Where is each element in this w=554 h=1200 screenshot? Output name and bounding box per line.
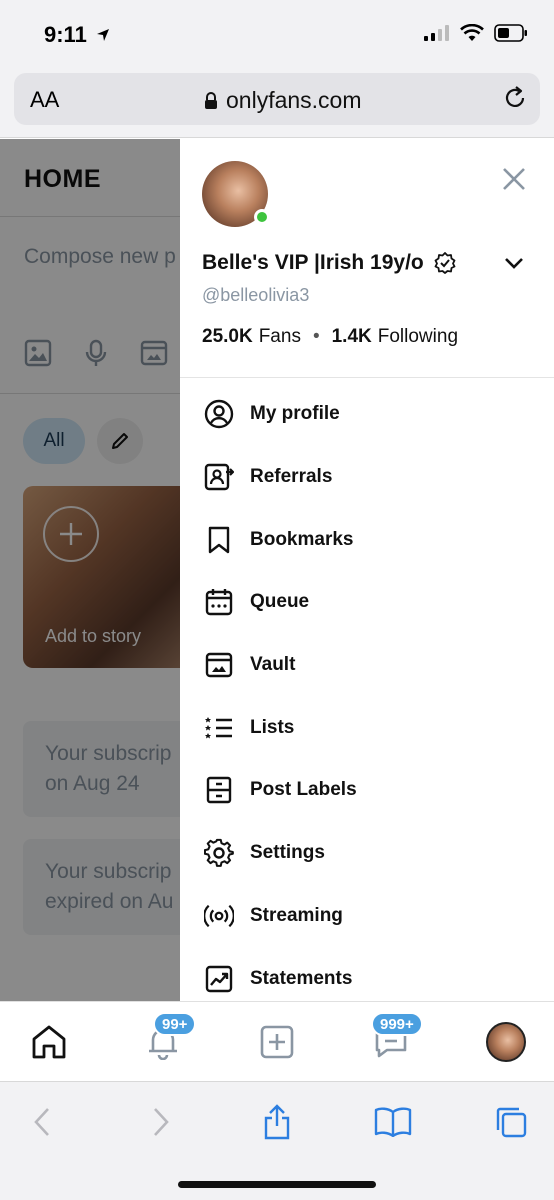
- browser-address-area: AA onlyfans.com: [0, 68, 554, 138]
- profile-handle[interactable]: @belleolivia3: [202, 285, 309, 306]
- url-display[interactable]: onlyfans.com: [204, 87, 362, 114]
- bottom-nav: 99+ 999+: [0, 1001, 554, 1081]
- menu-item-queue[interactable]: Queue: [180, 571, 554, 634]
- wifi-icon: [460, 24, 484, 41]
- menu-item-lists[interactable]: Lists: [180, 696, 554, 759]
- menu-item-label: Streaming: [250, 904, 343, 926]
- menu-item-label: Referrals: [250, 466, 333, 488]
- profile-name-text: Belle's VIP |Irish 19y/o: [202, 251, 424, 274]
- avatar: [486, 1022, 526, 1062]
- menu-item-label: Bookmarks: [250, 528, 354, 550]
- profile-name[interactable]: Belle's VIP |Irish 19y/o: [202, 251, 456, 275]
- messages-badge: 999+: [371, 1012, 423, 1036]
- chevron-left-icon: [34, 1108, 49, 1136]
- url-text: onlyfans.com: [226, 87, 362, 113]
- nav-notifications[interactable]: 99+: [141, 1012, 197, 1064]
- menu-item-referrals[interactable]: Referrals: [180, 446, 554, 509]
- menu-item-my-profile[interactable]: My profile: [180, 383, 554, 446]
- time-text: 9:11: [44, 22, 87, 47]
- reload-icon[interactable]: [502, 85, 528, 111]
- chevron-right-icon: [154, 1108, 169, 1136]
- menu-item-settings[interactable]: Settings: [180, 822, 554, 885]
- menu-item-label: Vault: [250, 654, 296, 676]
- app-screen: 9:11 AA onlyfans.com HOME Compose new p …: [0, 0, 554, 1200]
- address-bar[interactable]: AA onlyfans.com: [14, 73, 540, 125]
- nav-profile[interactable]: [484, 1020, 528, 1064]
- nav-home[interactable]: [27, 1020, 71, 1064]
- nav-messages[interactable]: 999+: [369, 1012, 423, 1064]
- signal-icon: [424, 25, 449, 41]
- forward-button[interactable]: [141, 1102, 181, 1142]
- following-count[interactable]: 1.4K: [332, 326, 372, 348]
- menu-item-label: My profile: [250, 403, 340, 425]
- avatar[interactable]: [202, 161, 270, 227]
- fans-label[interactable]: Fans: [259, 326, 301, 348]
- user-circle-icon: [204, 399, 234, 429]
- lock-icon: [205, 91, 217, 109]
- fans-count[interactable]: 25.0K: [202, 326, 253, 348]
- following-label[interactable]: Following: [378, 326, 458, 348]
- menu-item-bookmarks[interactable]: Bookmarks: [180, 508, 554, 571]
- close-icon[interactable]: [500, 165, 528, 193]
- gear-icon: [204, 838, 234, 868]
- text-size-button[interactable]: AA: [30, 87, 59, 113]
- nav-add-post[interactable]: [255, 1020, 299, 1064]
- menu-item-streaming[interactable]: Streaming: [180, 885, 554, 948]
- streaming-icon: [204, 901, 234, 931]
- location-arrow-icon: [96, 29, 109, 41]
- menu-item-label: Statements: [250, 967, 353, 989]
- tabs-button[interactable]: [491, 1102, 531, 1142]
- status-time: 9:11: [44, 22, 110, 48]
- back-button[interactable]: [22, 1102, 62, 1142]
- online-status-dot: [254, 209, 270, 225]
- side-drawer: Belle's VIP |Irish 19y/o @belleolivia3 2…: [180, 139, 554, 1001]
- calendar-icon: [204, 587, 234, 617]
- chevron-down-icon[interactable]: [502, 251, 526, 275]
- list-icon: [204, 713, 234, 743]
- menu-item-label: Queue: [250, 591, 310, 613]
- referral-icon: [204, 462, 234, 492]
- add-square-icon: [260, 1025, 294, 1059]
- home-indicator: [178, 1181, 376, 1188]
- menu-item-label: Lists: [250, 716, 295, 738]
- status-bar: 9:11: [0, 0, 554, 68]
- browser-toolbar: [0, 1081, 554, 1200]
- vault-icon: [204, 650, 234, 680]
- menu-item-label: Settings: [250, 842, 325, 864]
- home-icon: [32, 1025, 66, 1059]
- verified-badge-icon: [434, 252, 456, 274]
- menu-item-label: Post Labels: [250, 779, 357, 801]
- divider: [180, 377, 554, 378]
- notifications-badge: 99+: [153, 1012, 197, 1036]
- share-button[interactable]: [257, 1102, 297, 1142]
- statements-icon: [204, 964, 234, 994]
- tabs-icon: [496, 1107, 527, 1138]
- menu-item-vault[interactable]: Vault: [180, 634, 554, 697]
- bookmark-icon: [204, 525, 234, 555]
- share-icon: [264, 1104, 290, 1140]
- status-indicators: [424, 24, 528, 42]
- bookmarks-button[interactable]: [373, 1102, 413, 1142]
- menu-item-post-labels[interactable]: Post Labels: [180, 759, 554, 822]
- book-icon: [374, 1107, 412, 1137]
- text-size-label: AA: [30, 87, 60, 112]
- post-labels-icon: [204, 775, 234, 805]
- battery-icon: [494, 24, 527, 42]
- drawer-menu: My profile Referrals Bookmarks Queue Vau…: [180, 383, 554, 1010]
- separator-dot: •: [312, 326, 320, 347]
- profile-stats: 25.0K Fans • 1.4K Following: [202, 326, 458, 348]
